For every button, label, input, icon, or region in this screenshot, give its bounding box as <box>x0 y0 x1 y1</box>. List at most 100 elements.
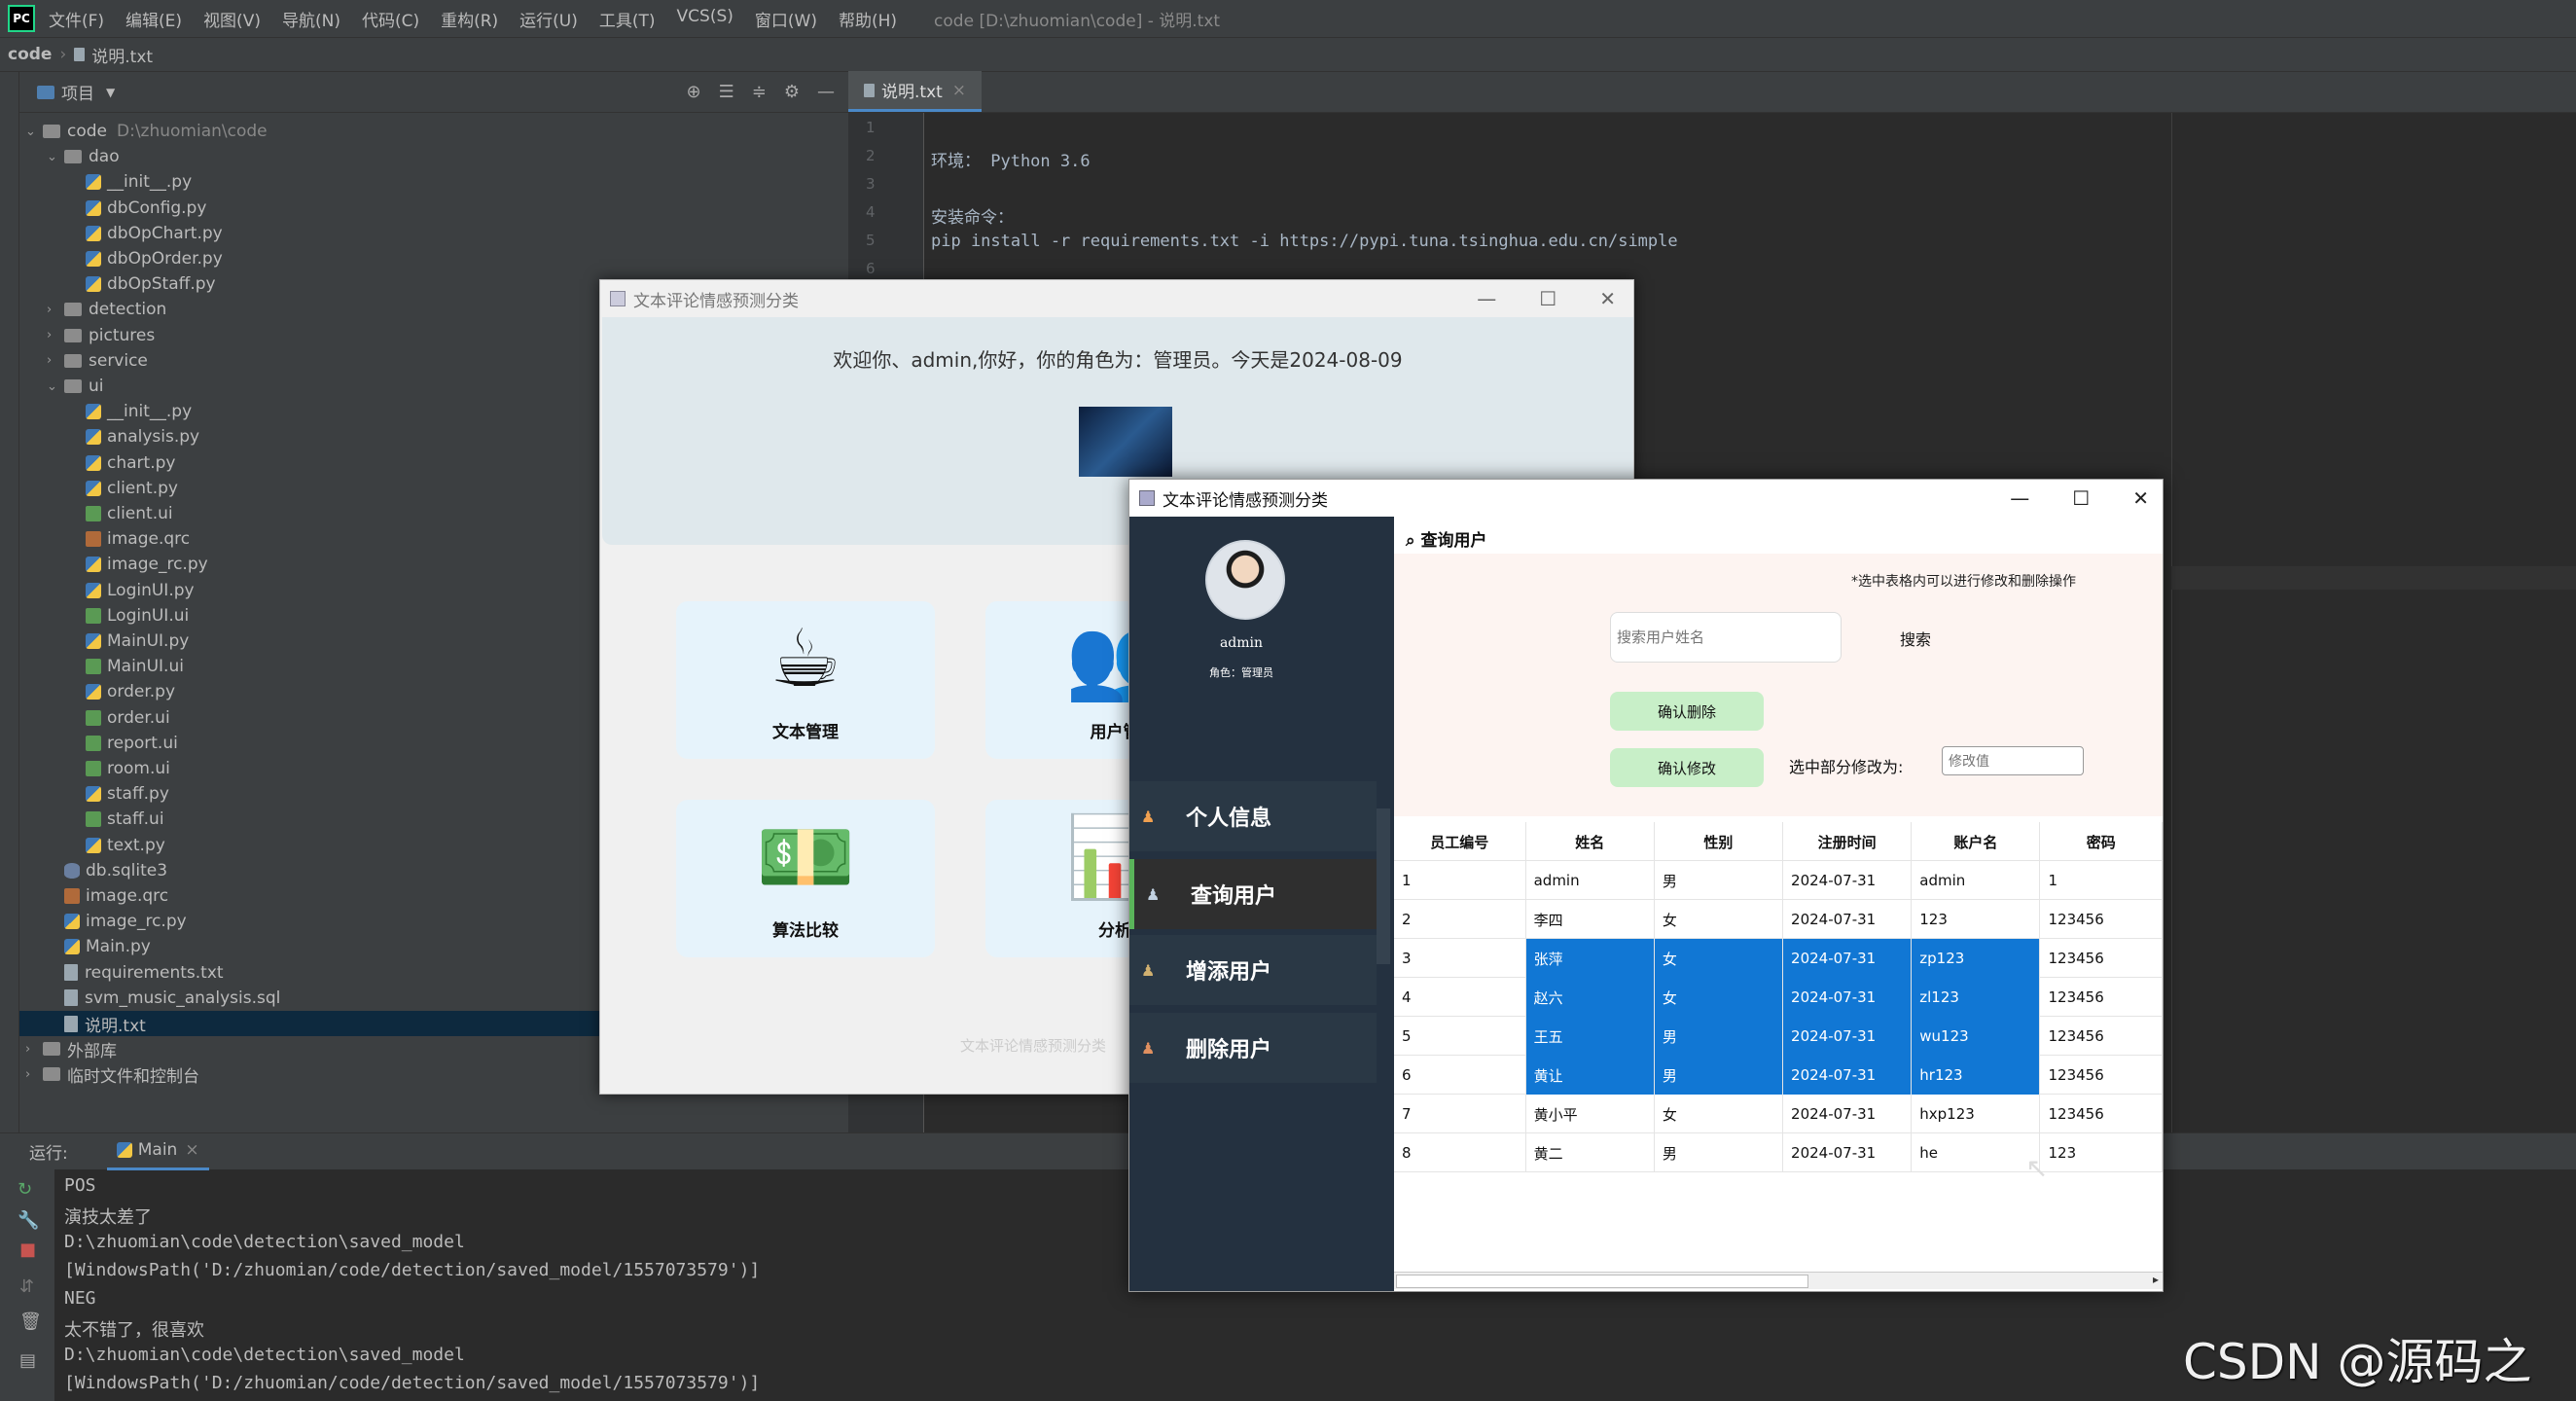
search-input[interactable] <box>1610 612 1842 663</box>
table-cell[interactable]: zp123 <box>1912 939 2041 978</box>
trash-icon[interactable]: 🗑 <box>19 1311 42 1332</box>
table-cell[interactable]: 4 <box>1394 978 1526 1017</box>
table-cell[interactable]: wu123 <box>1912 1017 2041 1056</box>
table-row[interactable]: 1 admin 男 2024-07-31 admin 1 <box>1394 861 2163 900</box>
side-scrollbar[interactable] <box>1377 808 1390 964</box>
table-cell[interactable]: 女 <box>1654 978 1784 1017</box>
tool-window-strip[interactable] <box>0 72 19 1132</box>
close-icon[interactable]: ✕ <box>2132 486 2149 510</box>
table-cell[interactable]: admin <box>1526 861 1655 900</box>
chevron-down-icon[interactable]: ⌄ <box>47 150 64 164</box>
chevron-right-icon[interactable]: › <box>47 353 64 368</box>
table-header-cell[interactable]: 员工编号 <box>1394 822 1526 861</box>
table-row[interactable]: 4 赵六女 2024-07-31 zl123 123456 <box>1394 978 2163 1017</box>
minimize-icon[interactable]: — <box>1477 287 1496 310</box>
table-cell[interactable]: 黄二 <box>1526 1133 1655 1172</box>
table-cell[interactable]: 7 <box>1394 1095 1526 1133</box>
table-header-cell[interactable]: 姓名 <box>1526 822 1655 861</box>
table-cell[interactable]: 李四 <box>1526 900 1655 939</box>
stop-icon[interactable]: ■ <box>19 1239 36 1260</box>
close-icon[interactable]: × <box>952 81 966 100</box>
chevron-right-icon[interactable]: › <box>25 1067 43 1082</box>
table-cell[interactable]: 1 <box>2040 861 2163 900</box>
table-cell[interactable]: 123 <box>1912 900 2041 939</box>
table-cell[interactable]: 123456 <box>2040 1017 2163 1056</box>
tree-item[interactable]: dbOpChart.py <box>19 221 848 246</box>
table-cell[interactable]: 女 <box>1655 1095 1784 1133</box>
menu-item[interactable]: 编辑(E) <box>125 7 182 31</box>
collapse-all-icon[interactable]: ≑ <box>752 82 767 102</box>
menu-item[interactable]: VCS(S) <box>677 7 733 31</box>
menu-item[interactable]: 帮助(H) <box>839 7 897 31</box>
side-item-add[interactable]: ♟ 增添用户 <box>1129 935 1377 1005</box>
table-cell[interactable]: 2024-07-31 <box>1783 1095 1913 1133</box>
table-cell[interactable]: 1 <box>1394 861 1526 900</box>
rerun-icon[interactable]: ↻ <box>18 1179 32 1200</box>
table-cell[interactable]: 男 <box>1655 861 1784 900</box>
code-line[interactable]: 环境： Python 3.6 <box>931 147 1091 171</box>
menu-item[interactable]: 重构(R) <box>441 7 498 31</box>
table-cell[interactable]: 123456 <box>2040 1095 2163 1133</box>
table-cell[interactable]: 2 <box>1394 900 1526 939</box>
table-cell[interactable]: 123456 <box>2040 1056 2163 1095</box>
maximize-icon[interactable]: ☐ <box>1539 287 1556 310</box>
table-cell[interactable]: 2024-07-31 <box>1783 861 1913 900</box>
editor-tab[interactable]: 说明.txt × <box>848 71 983 112</box>
chevron-right-icon[interactable]: ▸ <box>2153 1273 2159 1286</box>
close-icon[interactable]: × <box>185 1140 198 1160</box>
table-header-cell[interactable]: 性别 <box>1655 822 1784 861</box>
menu-item[interactable]: 工具(T) <box>599 7 656 31</box>
table-cell[interactable]: 123 <box>2040 1133 2163 1172</box>
tree-item[interactable]: ⌄ code D:\zhuomian\code <box>19 119 848 144</box>
table-cell[interactable]: 黄让 <box>1525 1056 1655 1095</box>
table-row[interactable]: 5 王五男 2024-07-31 wu123 123456 <box>1394 1017 2163 1056</box>
table-cell[interactable]: 123456 <box>2040 978 2163 1017</box>
project-label[interactable]: 项目 <box>61 80 94 104</box>
chevron-down-icon[interactable]: ⌄ <box>25 125 43 139</box>
table-cell[interactable]: 5 <box>1394 1017 1526 1056</box>
table-row[interactable]: 3 张萍女 2024-07-31 zp123 123456 <box>1394 939 2163 978</box>
table-cell[interactable]: 2024-07-31 <box>1783 978 1913 1017</box>
table-cell[interactable]: 3 <box>1394 939 1526 978</box>
menu-item[interactable]: 运行(U) <box>519 7 578 31</box>
table-cell[interactable]: 王五 <box>1525 1017 1655 1056</box>
card-algorithm-compare[interactable]: 💵 算法比较 <box>676 800 935 957</box>
maximize-icon[interactable]: ☐ <box>2072 486 2090 510</box>
chevron-down-icon[interactable]: ⌄ <box>47 379 64 394</box>
table-cell[interactable]: 2024-07-31 <box>1783 1056 1913 1095</box>
table-cell[interactable]: 2024-07-31 <box>1783 1017 1913 1056</box>
confirm-delete-button[interactable]: 确认删除 <box>1610 692 1764 731</box>
horizontal-scrollbar[interactable]: ▸ <box>1394 1272 2163 1289</box>
modify-value-input[interactable] <box>1942 746 2084 775</box>
table-cell[interactable]: 黄小平 <box>1526 1095 1655 1133</box>
chevron-down-icon[interactable]: ▼ <box>106 86 115 99</box>
gear-icon[interactable]: ⚙ <box>784 82 800 102</box>
table-cell[interactable]: 8 <box>1394 1133 1526 1172</box>
menu-item[interactable]: 文件(F) <box>49 7 104 31</box>
table-cell[interactable]: 张萍 <box>1525 939 1655 978</box>
side-item-delete[interactable]: ♟ 删除用户 <box>1129 1013 1377 1083</box>
menu-item[interactable]: 视图(V) <box>203 7 261 31</box>
table-cell[interactable]: 女 <box>1654 939 1784 978</box>
minimize-icon[interactable]: — <box>2010 486 2029 510</box>
expand-all-icon[interactable]: ☰ <box>719 82 734 102</box>
tree-item[interactable]: dbConfig.py <box>19 196 848 221</box>
table-header-cell[interactable]: 密码 <box>2040 822 2163 861</box>
run-tab-main[interactable]: Main × <box>106 1133 209 1170</box>
chevron-right-icon[interactable]: › <box>47 303 64 317</box>
table-cell[interactable]: zl123 <box>1912 978 2041 1017</box>
table-cell[interactable]: 123456 <box>2040 900 2163 939</box>
confirm-modify-button[interactable]: 确认修改 <box>1610 748 1764 787</box>
menu-item[interactable]: 导航(N) <box>282 7 340 31</box>
minimize-icon[interactable]: — <box>817 82 835 102</box>
tree-item[interactable]: ⌄ dao <box>19 144 848 169</box>
table-cell[interactable]: 2024-07-31 <box>1783 939 1913 978</box>
table-header-cell[interactable]: 账户名 <box>1912 822 2041 861</box>
scrollbar-thumb[interactable] <box>1396 1275 1808 1288</box>
breadcrumb-file[interactable]: 说明.txt <box>91 43 153 67</box>
close-icon[interactable]: ✕ <box>1599 287 1616 310</box>
table-cell[interactable]: 男 <box>1654 1056 1784 1095</box>
table-cell[interactable]: 6 <box>1394 1056 1526 1095</box>
table-cell[interactable]: 2024-07-31 <box>1783 1133 1913 1172</box>
table-row[interactable]: 7 黄小平女 2024-07-31 hxp123 123456 <box>1394 1095 2163 1133</box>
